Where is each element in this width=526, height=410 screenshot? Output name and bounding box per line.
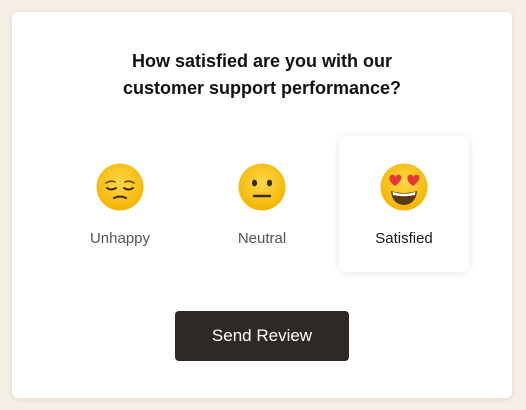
rating-options: Unhappy Neutral Satisfied: [12, 136, 512, 272]
option-neutral[interactable]: Neutral: [197, 136, 327, 272]
heart-eyes-face-icon: [380, 163, 428, 211]
pensive-face-icon: [96, 163, 144, 211]
review-card: How satisfied are you with our customer …: [12, 12, 512, 398]
option-label: Unhappy: [89, 230, 151, 247]
question-line-1: How satisfied are you with our: [131, 51, 393, 71]
survey-question: How satisfied are you with our customer …: [12, 48, 512, 102]
option-label: Satisfied: [375, 230, 433, 247]
neutral-face-icon: [238, 163, 286, 211]
send-review-button[interactable]: Send Review: [175, 311, 349, 361]
option-label: Neutral: [237, 230, 287, 247]
question-line-2: customer support performance?: [122, 78, 402, 98]
option-satisfied[interactable]: Satisfied: [339, 136, 469, 272]
option-unhappy[interactable]: Unhappy: [55, 136, 185, 272]
